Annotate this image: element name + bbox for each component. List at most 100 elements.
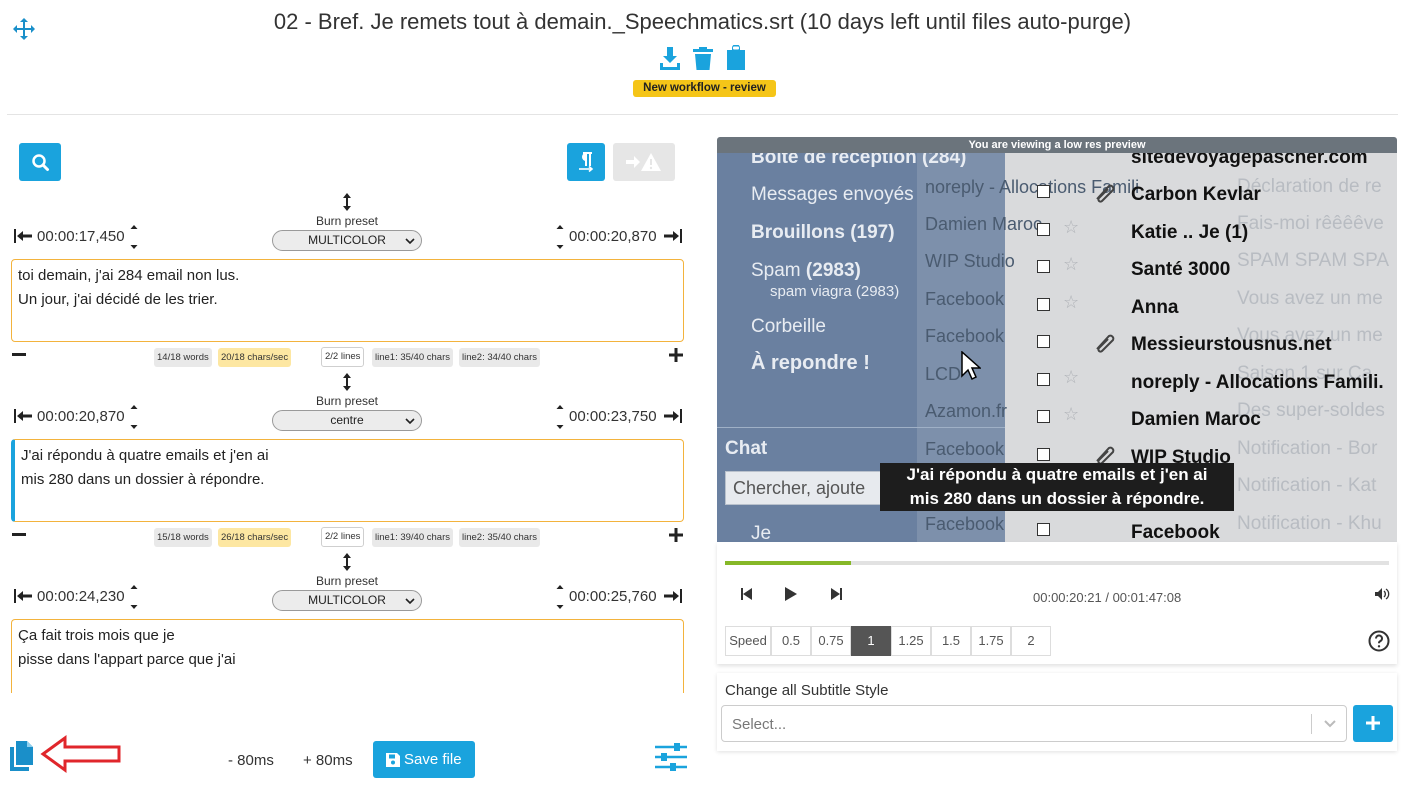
paragraph-icon xyxy=(579,152,594,173)
end-time[interactable]: 00:00:23,750 xyxy=(569,408,657,425)
speed-option[interactable]: 1.75 xyxy=(971,626,1011,656)
burn-preset-select[interactable]: MULTICOLOR xyxy=(272,590,422,611)
video-frame-paperclip-icon xyxy=(1093,443,1117,465)
remove-subtitle-icon[interactable] xyxy=(12,533,26,536)
video-frame-text: Notification - Kat xyxy=(1237,475,1377,496)
video-frame-text: spam viagra (2983) xyxy=(770,283,900,300)
video-frame-text: Facebook xyxy=(925,439,1005,459)
start-time-stepper[interactable] xyxy=(130,224,138,249)
end-time-stepper[interactable] xyxy=(556,584,564,609)
video-frame-checkbox xyxy=(1037,373,1050,386)
video-frame-text: Notification - Khu xyxy=(1237,513,1382,534)
video-frame-text: Vous avez un me xyxy=(1237,288,1383,309)
video-frame-checkbox xyxy=(1037,410,1050,423)
speed-option[interactable]: 0.5 xyxy=(771,626,811,656)
speed-option[interactable]: 0.75 xyxy=(811,626,851,656)
video-frame-text: Facebook xyxy=(925,326,1005,346)
subtitle-textbox[interactable]: Ça fait trois mois que je pisse dans l'a… xyxy=(11,619,684,693)
jump-start-icon[interactable] xyxy=(13,228,33,244)
jump-end-icon[interactable] xyxy=(663,228,683,244)
workflow-badge: New workflow - review xyxy=(633,80,776,97)
current-time: 00:00:20:21 xyxy=(1033,590,1102,605)
style-select[interactable] xyxy=(721,705,1347,742)
arrow-warning-button[interactable] xyxy=(613,143,675,181)
speed-option[interactable]: 1.5 xyxy=(931,626,971,656)
video-frame-checkbox xyxy=(1037,223,1050,236)
plus-icon xyxy=(1366,716,1380,730)
video-frame-text: Spam (2983) xyxy=(751,260,861,281)
video-frame-cursor-icon xyxy=(961,351,981,381)
end-time-stepper[interactable] xyxy=(556,404,564,429)
speed-option[interactable]: 2 xyxy=(1011,626,1051,656)
video-frame-divider xyxy=(717,427,1005,428)
add-subtitle-icon[interactable] xyxy=(669,528,683,542)
line-count-badge: 2/2 lines xyxy=(321,527,365,547)
start-time[interactable]: 00:00:20,870 xyxy=(37,408,125,425)
word-count-badge: 14/18 words xyxy=(154,348,212,367)
merge-handle-icon[interactable] xyxy=(340,552,354,572)
speed-option-selected[interactable]: 1 xyxy=(851,626,891,656)
line-count-badge: 2/2 lines xyxy=(321,347,365,367)
shift-plus-button[interactable]: + 80ms xyxy=(303,752,353,769)
merge-handle-icon[interactable] xyxy=(340,192,354,212)
video-frame-text: Azamon.fr xyxy=(925,401,1008,421)
end-time[interactable]: 00:00:25,760 xyxy=(569,588,657,605)
subtitle-line-2: mis 280 dans un dossier à répondre. xyxy=(21,471,265,488)
save-icon xyxy=(386,753,400,767)
remove-subtitle-icon[interactable] xyxy=(12,353,26,356)
start-time[interactable]: 00:00:17,450 xyxy=(37,228,125,245)
video-frame-checkbox xyxy=(1037,260,1050,273)
video-frame-text: Santé 3000 xyxy=(1131,259,1231,280)
video-frame-text: Facebook xyxy=(925,289,1005,309)
clipboard-icon[interactable] xyxy=(725,45,747,71)
burn-preset-select[interactable]: MULTICOLOR xyxy=(272,230,422,251)
chevron-down-icon xyxy=(405,418,415,425)
video-frame-checkbox xyxy=(1037,335,1050,348)
save-button-label: Save file xyxy=(404,751,462,768)
volume-icon[interactable] xyxy=(1374,587,1390,601)
download-icon[interactable] xyxy=(659,45,681,71)
merge-handle-icon[interactable] xyxy=(340,372,354,392)
chevron-down-icon xyxy=(405,598,415,605)
help-icon[interactable] xyxy=(1368,630,1390,652)
burn-preset-label: Burn preset xyxy=(315,394,379,408)
video-frame-text: Anna xyxy=(1131,297,1179,318)
sliders-icon[interactable] xyxy=(654,742,688,772)
add-style-button[interactable] xyxy=(1353,705,1393,742)
burn-preset-select[interactable]: centre xyxy=(272,410,422,431)
video-frame-text: Messieurstousnus.net xyxy=(1131,334,1332,355)
jump-start-icon[interactable] xyxy=(13,408,33,424)
progress-bar-fill xyxy=(725,561,852,565)
play-icon[interactable] xyxy=(783,586,799,602)
video-frame-star-icon: ☆ xyxy=(1063,254,1080,274)
search-button[interactable] xyxy=(19,143,61,181)
start-time-stepper[interactable] xyxy=(130,584,138,609)
video-frame-star-icon: ☆ xyxy=(1063,404,1080,424)
subtitle-textbox[interactable]: J'ai répondu à quatre emails et j'en ai … xyxy=(11,439,684,522)
burn-preset-label: Burn preset xyxy=(315,574,379,588)
save-button[interactable]: Save file xyxy=(373,741,475,778)
previous-icon[interactable] xyxy=(740,587,754,601)
burn-preset-value: MULTICOLOR xyxy=(308,593,386,607)
start-time[interactable]: 00:00:24,230 xyxy=(37,588,125,605)
start-time-stepper[interactable] xyxy=(130,404,138,429)
video-frame-text: Facebook xyxy=(925,514,1005,534)
subtitle-textbox[interactable]: toi demain, j'ai 284 email non lus. Un j… xyxy=(11,259,684,342)
jump-start-icon[interactable] xyxy=(13,588,33,604)
shift-minus-button[interactable]: - 80ms xyxy=(228,752,274,769)
style-changer-label: Change all Subtitle Style xyxy=(725,682,889,699)
video-frame-star-icon: ☆ xyxy=(1063,367,1080,387)
copy-icon[interactable] xyxy=(7,739,37,773)
end-time[interactable]: 00:00:20,870 xyxy=(569,228,657,245)
jump-end-icon[interactable] xyxy=(663,588,683,604)
speed-option[interactable]: 1.25 xyxy=(891,626,931,656)
add-subtitle-icon[interactable] xyxy=(669,348,683,362)
speed-label: Speed xyxy=(725,626,771,656)
trash-icon[interactable] xyxy=(692,45,714,71)
style-select-placeholder: Select... xyxy=(732,716,787,733)
video-frame-text: À repondre ! xyxy=(751,352,870,374)
end-time-stepper[interactable] xyxy=(556,224,564,249)
next-icon[interactable] xyxy=(829,587,843,601)
jump-end-icon[interactable] xyxy=(663,408,683,424)
paragraph-button[interactable] xyxy=(567,143,605,181)
